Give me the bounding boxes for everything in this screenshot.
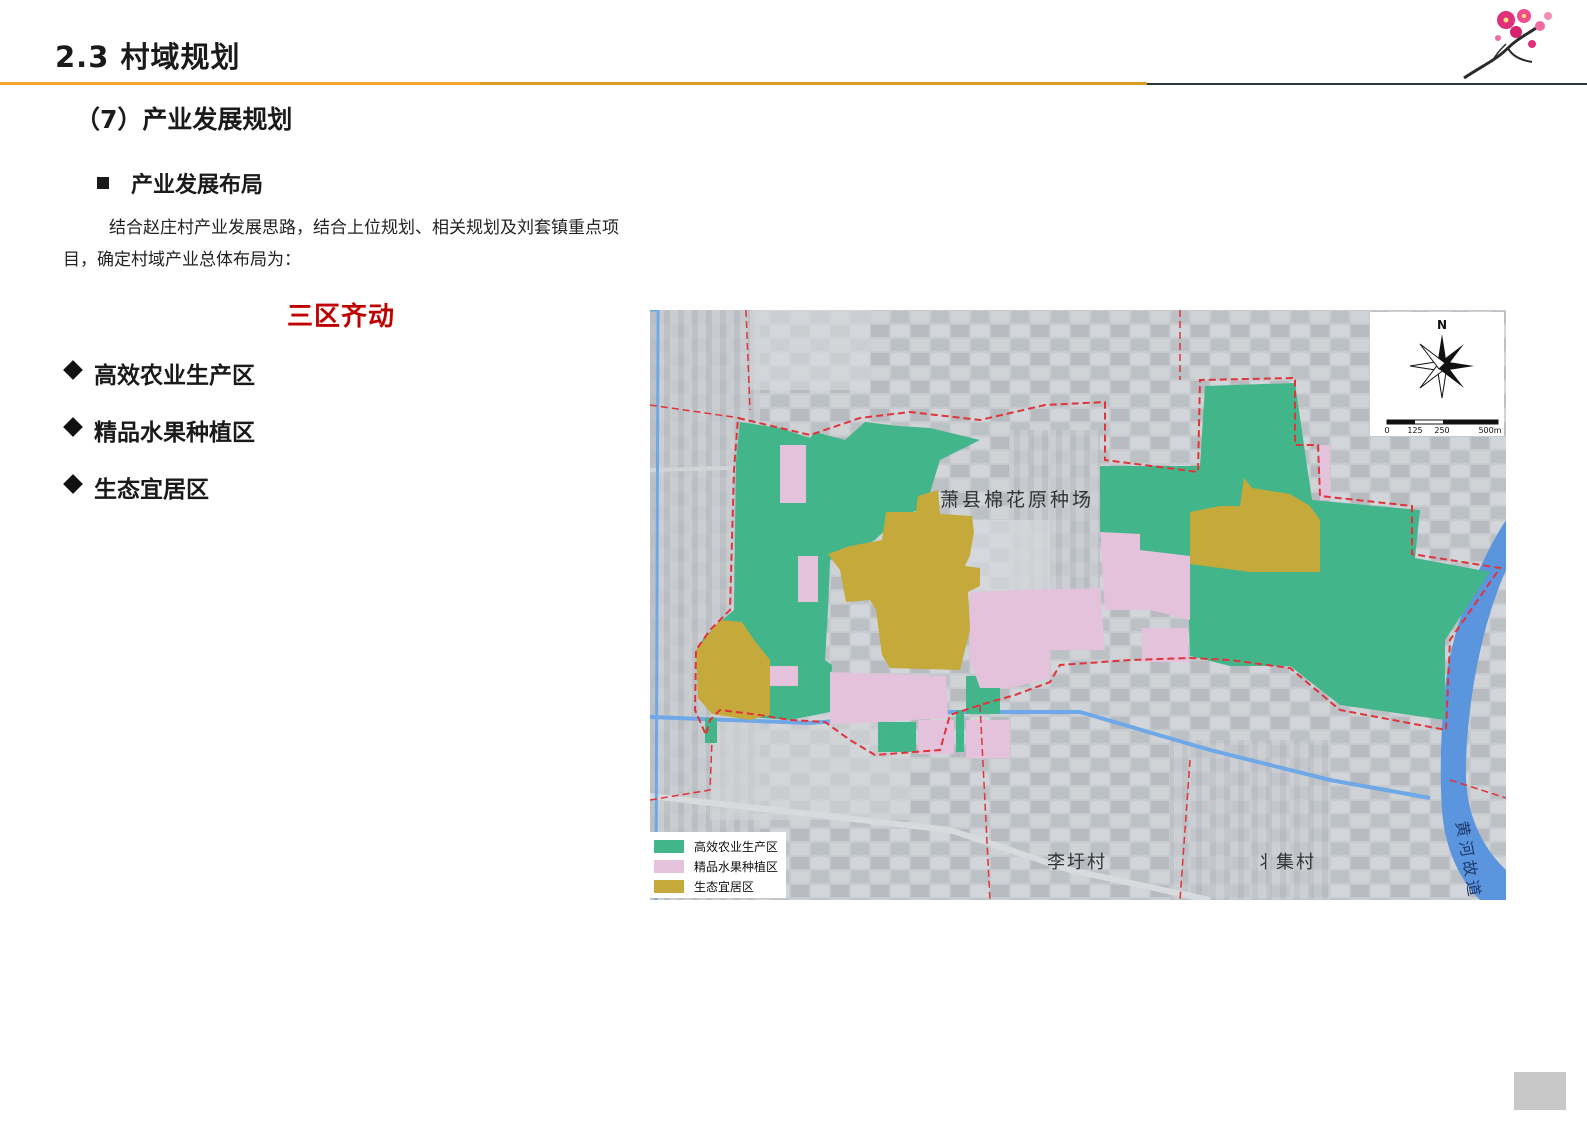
subsection-heading: 产业发展布局 <box>97 167 263 199</box>
map-label-farm: 萧县棉花原种场 <box>940 489 1094 511</box>
fruit-zone <box>780 445 806 503</box>
scale-label: 0 <box>1384 426 1389 435</box>
highlight-text: 三区齐动 <box>287 302 396 332</box>
scale-label: 250 <box>1434 426 1449 435</box>
square-bullet-icon <box>97 177 109 189</box>
scale-label: 500m <box>1478 426 1501 435</box>
page-number-tab <box>1514 1072 1566 1110</box>
fruit-zone <box>1320 445 1330 500</box>
legend-item: 精品水果种植区 <box>654 856 786 876</box>
scale-bar <box>1386 419 1499 425</box>
north-label: N <box>1437 318 1447 332</box>
legend-swatch <box>654 839 684 853</box>
legend-label: 高效农业生产区 <box>694 839 779 854</box>
legend-label: 生态宜居区 <box>694 879 755 894</box>
legend-swatch <box>654 879 684 893</box>
legend-label: 精品水果种植区 <box>694 859 779 874</box>
legend-swatch <box>654 859 684 873</box>
fruit-zone <box>830 672 948 724</box>
fruit-zone <box>918 720 954 754</box>
fruit-zone <box>1142 628 1188 662</box>
diamond-bullet-icon <box>63 417 83 437</box>
map-legend: 高效农业生产区 精品水果种植区 生态宜居区 <box>650 832 786 898</box>
scale-label: 125 <box>1407 426 1422 435</box>
subsection-title: 产业发展布局 <box>131 173 264 198</box>
legend-item: 生态宜居区 <box>654 876 786 896</box>
title-rule-right <box>1147 83 1587 85</box>
agriculture-zone <box>878 722 916 752</box>
diamond-bullet-icon <box>63 360 83 380</box>
agriculture-zone <box>956 710 964 752</box>
compass-scale-box: N 0 125 250 500m <box>1370 312 1504 436</box>
map-label-li-village: 李圩村 <box>1047 852 1107 873</box>
zone-list: 高效农业生产区 精品水果种植区 生态宜居区 <box>63 356 255 527</box>
fruit-zone <box>770 666 798 686</box>
diamond-bullet-icon <box>63 474 83 494</box>
zone-label: 生态宜居区 <box>94 477 209 503</box>
slide-title: 2.3 村域规划 <box>55 40 241 74</box>
section-title: （7）产业发展规划 <box>75 105 293 134</box>
zone-item: 高效农业生产区 <box>63 356 255 413</box>
zone-label: 精品水果种植区 <box>94 420 255 446</box>
village-industry-map[interactable]: 萧县棉花原种场 李圩村 丬集村 黄河故道 N 0 125 250 500m <box>650 310 1506 900</box>
title-rule-middle <box>480 82 1147 85</box>
intro-paragraph: 结合赵庄村产业发展思路，结合上位规划、相关规划及刘套镇重点项目，确定村域产业总体… <box>63 218 619 270</box>
zone-item: 生态宜居区 <box>63 470 255 527</box>
legend-item: 高效农业生产区 <box>654 836 786 856</box>
fruit-zone <box>966 720 1010 758</box>
zone-item: 精品水果种植区 <box>63 413 255 470</box>
plum-blossom-logo <box>1463 9 1552 80</box>
title-rule-left <box>0 82 480 85</box>
zone-label: 高效农业生产区 <box>94 363 255 389</box>
fruit-zone <box>798 556 818 602</box>
map-label-ji-village: 丬集村 <box>1256 852 1316 873</box>
